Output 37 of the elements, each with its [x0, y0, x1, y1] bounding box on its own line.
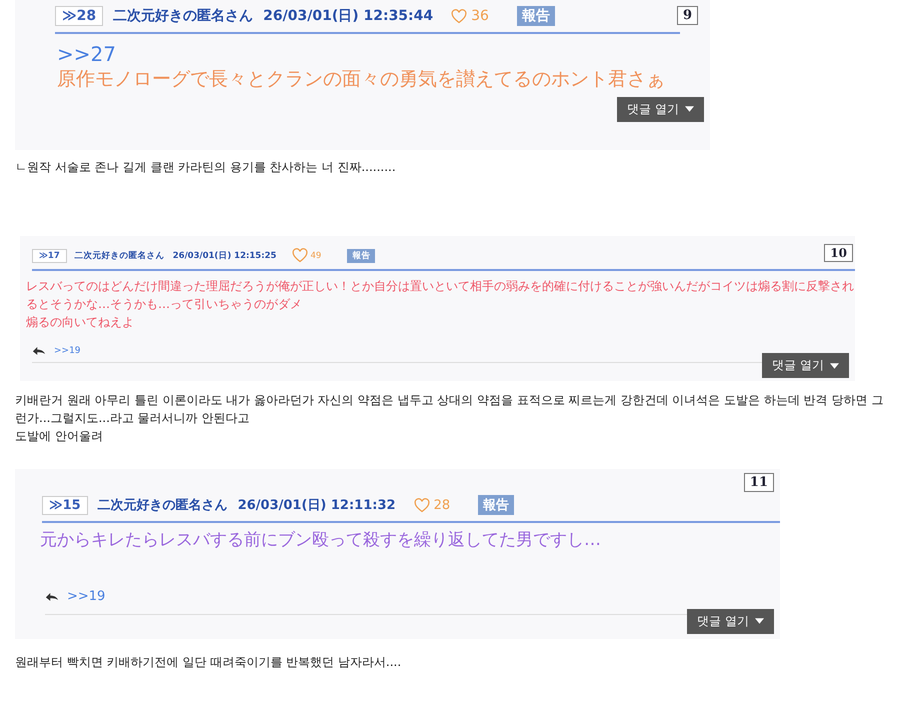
reply-ref-link[interactable]: ≫17 [32, 248, 67, 262]
post-text: 原作モノローグで長々とクランの面々の勇気を讃えてるのホント君さぁ [56, 67, 666, 92]
heart-icon[interactable] [292, 248, 308, 263]
reply-ref-link[interactable]: ≫15 [42, 496, 88, 514]
caption-text: ㄴ원작 서술로 존나 길게 클랜 카라틴의 용기를 찬사하는 너 진짜......... [15, 159, 397, 176]
post-date: 26/03/01(日) 12:15:25 [172, 250, 276, 262]
caret-icon [755, 618, 764, 624]
poster-name: 二次元好きの匿名さん [98, 497, 228, 514]
like-count: 28 [434, 498, 450, 512]
poster-name: 二次元好きの匿名さん [74, 250, 165, 262]
post-number: 11 [744, 473, 774, 492]
post-number: 9 [676, 6, 698, 25]
heart-icon[interactable] [451, 8, 468, 24]
reply-arrow-icon [32, 345, 46, 356]
open-comments-button[interactable]: 댓글 열기 [687, 608, 774, 634]
post-text: 元からキレたらレスバする前にブン殴って殺すを繰り返してた男ですし… [40, 529, 602, 552]
post-date: 26/03/01(日) 12:35:44 [263, 7, 434, 25]
like-count: 36 [471, 8, 489, 24]
reply-arrow-icon [45, 590, 59, 602]
heart-icon[interactable] [414, 498, 430, 512]
anchor-link[interactable]: >>27 [45, 42, 680, 66]
caption-text: 원래부터 빡치면 키배하기전에 일단 때려죽이기를 반복했던 남자라서.... [15, 654, 402, 671]
reply-ref-link[interactable]: ≫28 [55, 6, 104, 26]
post-date: 26/03/01(日) 12:11:32 [238, 497, 396, 514]
caption-text: 도발에 안어울려 [15, 428, 104, 445]
reply-link[interactable]: >>19 [67, 588, 106, 604]
open-comments-button[interactable]: 댓글 열기 [617, 96, 704, 122]
like-count: 49 [310, 250, 322, 260]
post-text: レスバってのはどんだけ間違った理屈だろうが俺が正しい！とか自分は置いといて相手の弱みを的確に付けることが強いんだがコイツは煽る割に反撃されるとそうかな…そうかも…って引いちゃうのがダメ [26, 278, 855, 313]
caption-text: 키배란거 원래 아무리 틀린 이론이라도 내가 옳아라던가 자신의 약점은 냅두고 상대의 약점을 표적으로 찌르는게 강한건데 이녀석은 도발은 하는데 반격 당하면 그런가...그럴지도...라고 물러서니까 안된다고 [15, 392, 884, 427]
post-number: 10 [824, 244, 853, 262]
poster-name: 二次元好きの匿名さん [113, 7, 254, 25]
reply-link[interactable]: >>19 [54, 346, 81, 356]
open-comments-button[interactable]: 댓글 열기 [762, 353, 849, 378]
caret-icon [685, 106, 694, 112]
caret-icon [830, 362, 839, 368]
post-text: 煽るの向いてねえよ [26, 314, 135, 331]
